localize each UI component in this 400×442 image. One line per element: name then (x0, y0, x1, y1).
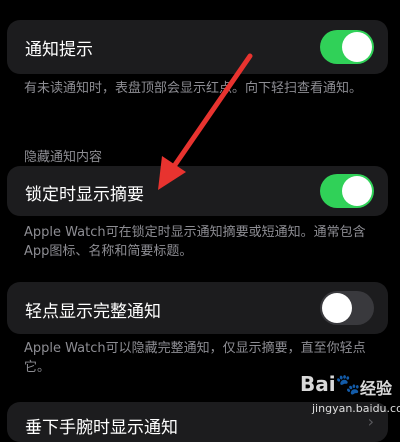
jingyan-brand: 经验 (360, 379, 393, 398)
baidu-logo: Bai🐾 (300, 372, 361, 396)
baidu-jingyan-watermark: Bai🐾 经验 jingyan.baidu.com (300, 366, 400, 423)
watermark-url: jingyan.baidu.com (312, 402, 400, 415)
paw-icon: 🐾 (335, 372, 361, 396)
annotation-arrow-icon (158, 53, 253, 190)
